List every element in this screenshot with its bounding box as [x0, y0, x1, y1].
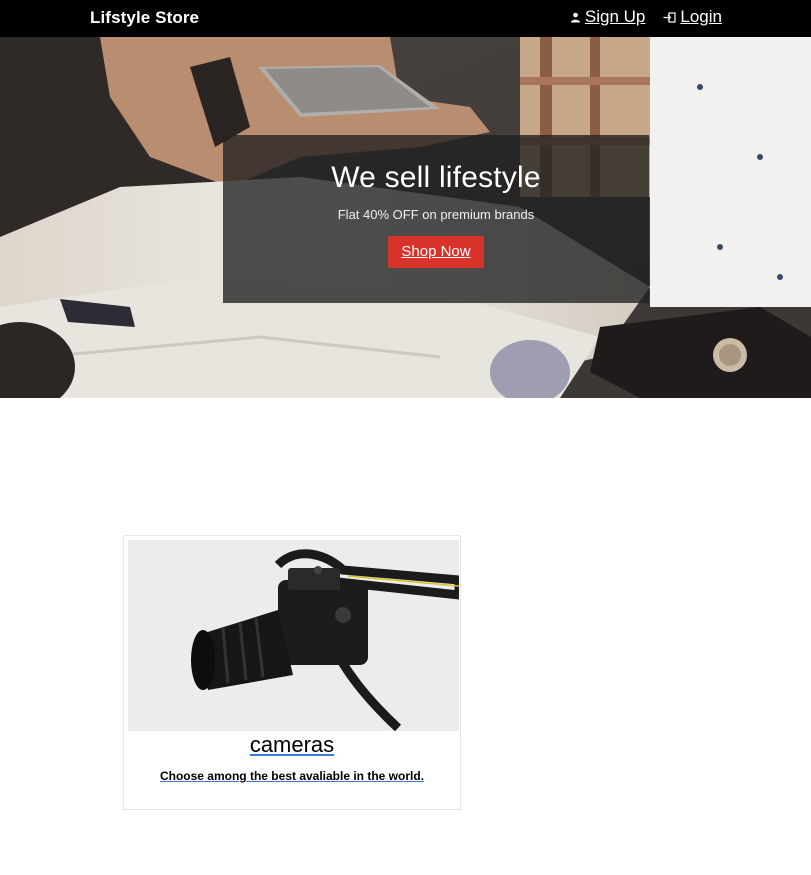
card-title: cameras [124, 732, 460, 758]
login-label: Login [680, 7, 722, 26]
user-icon [570, 12, 581, 23]
login-icon [663, 11, 676, 23]
signup-label: Sign Up [584, 7, 646, 26]
hero-overlay-box: We sell lifestyle Flat 40% OFF on premiu… [223, 135, 649, 303]
camera-image[interactable] [128, 540, 459, 731]
top-navbar: Lifstyle Store Sign Up Login [0, 0, 811, 37]
nav-links: Sign Up Login [570, 7, 722, 27]
brand-link[interactable]: Lifstyle Store [90, 8, 199, 28]
description-link[interactable]: Choose among the best avaliable in the w… [160, 769, 424, 783]
signup-link[interactable]: Sign Up [570, 7, 645, 27]
cameras-link[interactable]: cameras [250, 732, 334, 757]
hero-subtitle: Flat 40% OFF on premium brands [337, 207, 535, 222]
card-description: Choose among the best avaliable in the w… [124, 769, 460, 783]
hero-title: We sell lifestyle [331, 161, 541, 194]
product-card-cameras[interactable]: cameras Choose among the best avaliable … [123, 535, 461, 810]
shop-now-button[interactable]: Shop Now [388, 236, 484, 268]
login-link[interactable]: Login [663, 7, 722, 27]
hero-banner: We sell lifestyle Flat 40% OFF on premiu… [0, 37, 811, 398]
